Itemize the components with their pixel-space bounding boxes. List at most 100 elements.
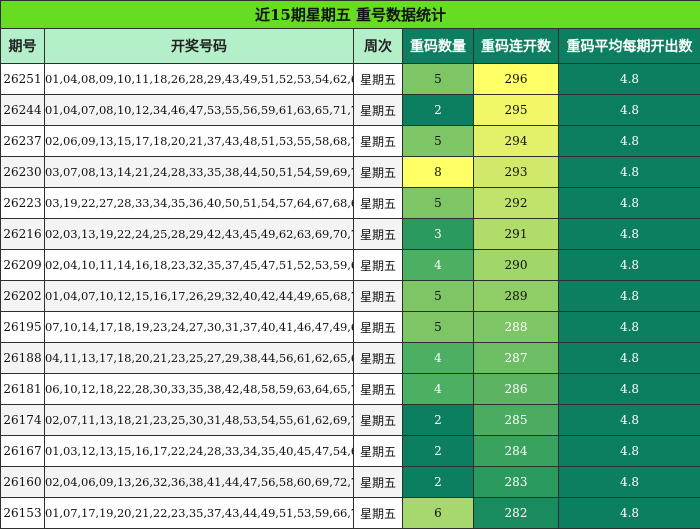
consecutive-cell: 287 bbox=[474, 343, 559, 374]
weekday-cell: 星期五 bbox=[354, 157, 403, 188]
issue-cell: 26223 bbox=[1, 188, 45, 219]
consecutive-cell: 288 bbox=[474, 312, 559, 343]
table-row: 2623003,07,08,13,14,21,24,28,33,35,38,44… bbox=[1, 157, 700, 188]
consecutive-cell: 291 bbox=[474, 219, 559, 250]
table-row: 2617402,07,11,13,18,21,23,25,30,31,48,53… bbox=[1, 405, 700, 436]
issue-cell: 26160 bbox=[1, 467, 45, 498]
consecutive-cell: 286 bbox=[474, 374, 559, 405]
table-row: 2620902,04,10,11,14,16,18,23,32,35,37,45… bbox=[1, 250, 700, 281]
table-row: 2620201,04,07,10,12,15,16,17,26,29,32,40… bbox=[1, 281, 700, 312]
weekday-cell: 星期五 bbox=[354, 126, 403, 157]
average-cell: 4.8 bbox=[559, 467, 700, 498]
consecutive-cell: 282 bbox=[474, 498, 559, 529]
table-row: 2623702,06,09,13,15,17,18,20,21,37,43,48… bbox=[1, 126, 700, 157]
weekday-cell: 星期五 bbox=[354, 374, 403, 405]
issue-cell: 26237 bbox=[1, 126, 45, 157]
table-row: 2621602,03,13,19,22,24,25,28,29,42,43,45… bbox=[1, 219, 700, 250]
weekday-cell: 星期五 bbox=[354, 95, 403, 126]
repeat-count-cell: 5 bbox=[403, 312, 474, 343]
average-cell: 4.8 bbox=[559, 374, 700, 405]
repeat-stats-table: 近15期星期五 重号数据统计 期号 开奖号码 周次 重码数量 重码连开数 重码平… bbox=[0, 0, 700, 529]
consecutive-cell: 289 bbox=[474, 281, 559, 312]
consecutive-cell: 295 bbox=[474, 95, 559, 126]
numbers-cell: 02,07,11,13,18,21,23,25,30,31,48,53,54,5… bbox=[45, 405, 354, 436]
header-consecutive: 重码连开数 bbox=[474, 29, 559, 64]
table-row: 2625101,04,08,09,10,11,18,26,28,29,43,49… bbox=[1, 64, 700, 95]
repeat-count-cell: 2 bbox=[403, 405, 474, 436]
average-cell: 4.8 bbox=[559, 250, 700, 281]
repeat-count-cell: 4 bbox=[403, 343, 474, 374]
table-title: 近15期星期五 重号数据统计 bbox=[1, 1, 700, 29]
average-cell: 4.8 bbox=[559, 95, 700, 126]
numbers-cell: 02,04,06,09,13,26,32,36,38,41,44,47,56,5… bbox=[45, 467, 354, 498]
average-cell: 4.8 bbox=[559, 343, 700, 374]
numbers-cell: 03,19,22,27,28,33,34,35,36,40,50,51,54,5… bbox=[45, 188, 354, 219]
weekday-cell: 星期五 bbox=[354, 343, 403, 374]
weekday-cell: 星期五 bbox=[354, 64, 403, 95]
numbers-cell: 02,03,13,19,22,24,25,28,29,42,43,45,49,6… bbox=[45, 219, 354, 250]
table-row: 2618804,11,13,17,18,20,21,23,25,27,29,38… bbox=[1, 343, 700, 374]
repeat-count-cell: 3 bbox=[403, 219, 474, 250]
issue-cell: 26181 bbox=[1, 374, 45, 405]
repeat-count-cell: 6 bbox=[403, 498, 474, 529]
numbers-cell: 01,04,07,10,12,15,16,17,26,29,32,40,42,4… bbox=[45, 281, 354, 312]
weekday-cell: 星期五 bbox=[354, 312, 403, 343]
weekday-cell: 星期五 bbox=[354, 498, 403, 529]
weekday-cell: 星期五 bbox=[354, 219, 403, 250]
header-weekday: 周次 bbox=[354, 29, 403, 64]
table-row: 2619507,10,14,17,18,19,23,24,27,30,31,37… bbox=[1, 312, 700, 343]
consecutive-cell: 294 bbox=[474, 126, 559, 157]
weekday-cell: 星期五 bbox=[354, 467, 403, 498]
numbers-cell: 01,04,08,09,10,11,18,26,28,29,43,49,51,5… bbox=[45, 64, 354, 95]
issue-cell: 26167 bbox=[1, 436, 45, 467]
average-cell: 4.8 bbox=[559, 219, 700, 250]
average-cell: 4.8 bbox=[559, 281, 700, 312]
issue-cell: 26216 bbox=[1, 219, 45, 250]
numbers-cell: 02,06,09,13,15,17,18,20,21,37,43,48,51,5… bbox=[45, 126, 354, 157]
consecutive-cell: 290 bbox=[474, 250, 559, 281]
table-row: 2624401,04,07,08,10,12,34,46,47,53,55,56… bbox=[1, 95, 700, 126]
weekday-cell: 星期五 bbox=[354, 188, 403, 219]
average-cell: 4.8 bbox=[559, 64, 700, 95]
issue-cell: 26202 bbox=[1, 281, 45, 312]
table-row: 2618106,10,12,18,22,28,30,33,35,38,42,48… bbox=[1, 374, 700, 405]
header-average: 重码平均每期开出数 bbox=[559, 29, 700, 64]
repeat-count-cell: 4 bbox=[403, 374, 474, 405]
issue-cell: 26251 bbox=[1, 64, 45, 95]
repeat-count-cell: 5 bbox=[403, 64, 474, 95]
numbers-cell: 03,07,08,13,14,21,24,28,33,35,38,44,50,5… bbox=[45, 157, 354, 188]
weekday-cell: 星期五 bbox=[354, 281, 403, 312]
average-cell: 4.8 bbox=[559, 436, 700, 467]
table-body: 2625101,04,08,09,10,11,18,26,28,29,43,49… bbox=[1, 64, 700, 529]
table-row: 2616002,04,06,09,13,26,32,36,38,41,44,47… bbox=[1, 467, 700, 498]
repeat-count-cell: 8 bbox=[403, 157, 474, 188]
average-cell: 4.8 bbox=[559, 312, 700, 343]
repeat-count-cell: 2 bbox=[403, 436, 474, 467]
average-cell: 4.8 bbox=[559, 498, 700, 529]
numbers-cell: 04,11,13,17,18,20,21,23,25,27,29,38,44,5… bbox=[45, 343, 354, 374]
repeat-count-cell: 2 bbox=[403, 467, 474, 498]
numbers-cell: 01,04,07,08,10,12,34,46,47,53,55,56,59,6… bbox=[45, 95, 354, 126]
average-cell: 4.8 bbox=[559, 188, 700, 219]
numbers-cell: 01,03,12,13,15,16,17,22,24,28,33,34,35,4… bbox=[45, 436, 354, 467]
issue-cell: 26188 bbox=[1, 343, 45, 374]
numbers-cell: 07,10,14,17,18,19,23,24,27,30,31,37,40,4… bbox=[45, 312, 354, 343]
header-numbers: 开奖号码 bbox=[45, 29, 354, 64]
header-repeat-count: 重码数量 bbox=[403, 29, 474, 64]
issue-cell: 26244 bbox=[1, 95, 45, 126]
repeat-count-cell: 5 bbox=[403, 126, 474, 157]
numbers-cell: 01,07,17,19,20,21,22,23,35,37,43,44,49,5… bbox=[45, 498, 354, 529]
table-row: 2622303,19,22,27,28,33,34,35,36,40,50,51… bbox=[1, 188, 700, 219]
average-cell: 4.8 bbox=[559, 157, 700, 188]
consecutive-cell: 296 bbox=[474, 64, 559, 95]
weekday-cell: 星期五 bbox=[354, 405, 403, 436]
consecutive-cell: 293 bbox=[474, 157, 559, 188]
weekday-cell: 星期五 bbox=[354, 250, 403, 281]
consecutive-cell: 285 bbox=[474, 405, 559, 436]
issue-cell: 26174 bbox=[1, 405, 45, 436]
consecutive-cell: 283 bbox=[474, 467, 559, 498]
consecutive-cell: 292 bbox=[474, 188, 559, 219]
header-issue: 期号 bbox=[1, 29, 45, 64]
issue-cell: 26153 bbox=[1, 498, 45, 529]
repeat-count-cell: 4 bbox=[403, 250, 474, 281]
